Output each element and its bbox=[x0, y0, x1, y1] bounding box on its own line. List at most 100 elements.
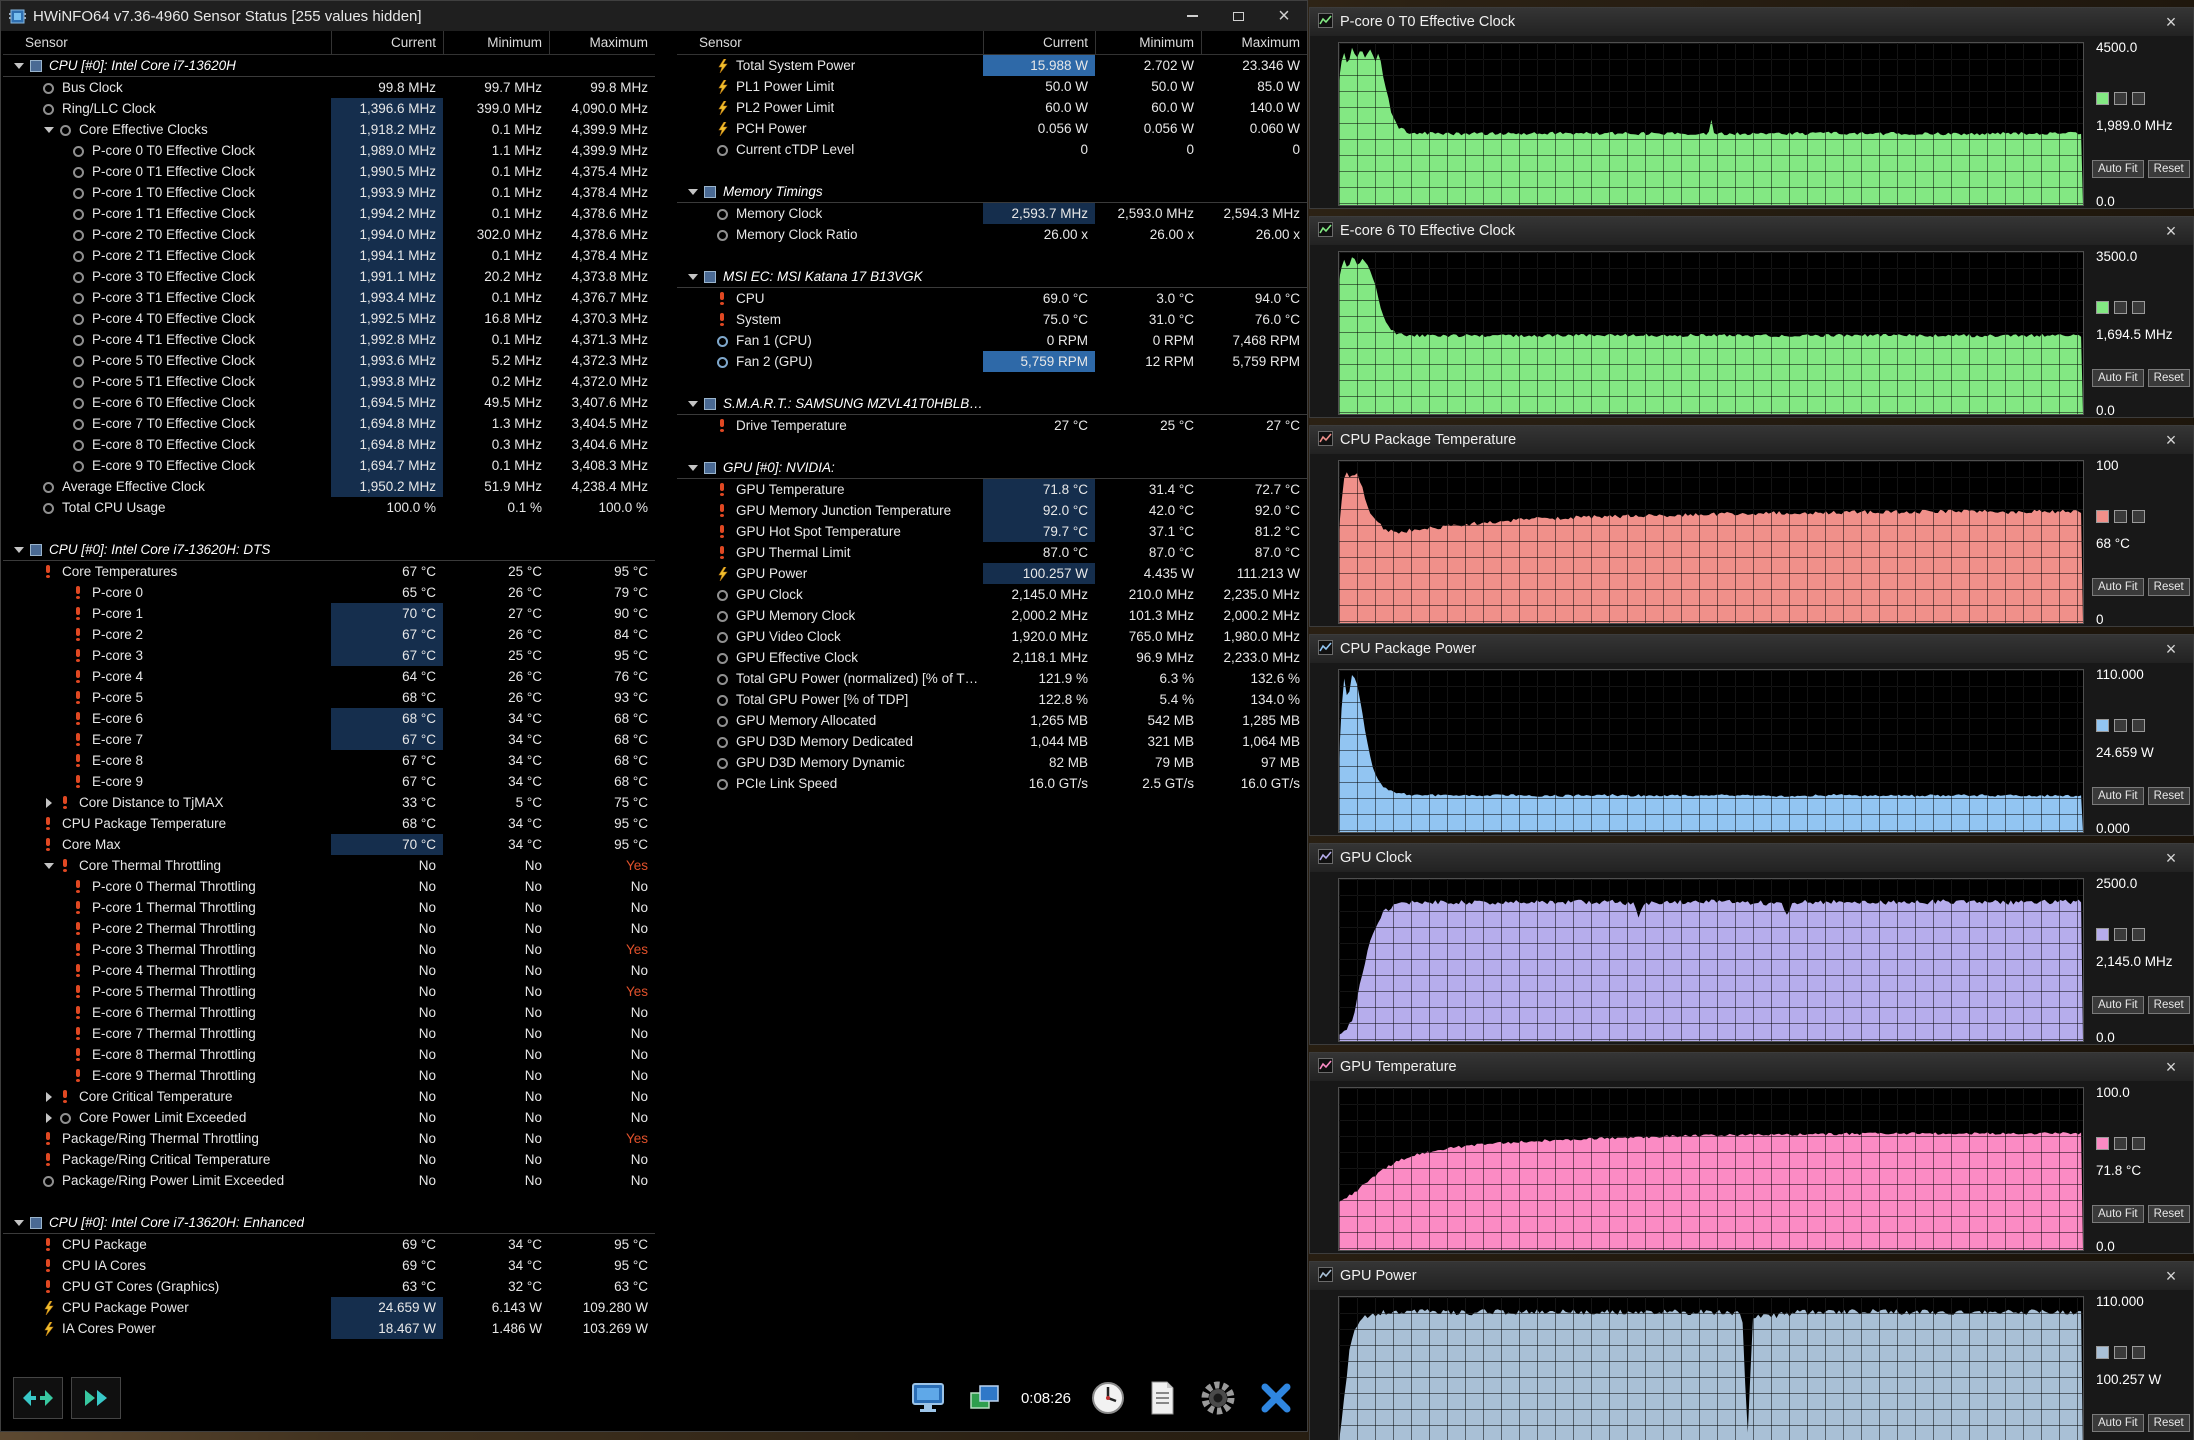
sensor-row[interactable]: E-core 9 Thermal ThrottlingNoNoNo bbox=[3, 1065, 655, 1086]
sensor-row[interactable]: P-core 464 °C26 °C76 °C bbox=[3, 666, 655, 687]
graph-color-swatch[interactable] bbox=[2096, 301, 2109, 314]
sensor-section-row[interactable]: MSI EC: MSI Katana 17 B13VGK bbox=[677, 266, 1307, 288]
sensor-row[interactable]: Total System Power15.988 W2.702 W23.346 … bbox=[677, 55, 1307, 76]
sensor-section-row[interactable]: S.M.A.R.T.: SAMSUNG MZVL41T0HBLB-00BTW (… bbox=[677, 393, 1307, 415]
sensor-row[interactable]: PCH Power0.056 W0.056 W0.060 W bbox=[677, 118, 1307, 139]
collapse-arrow-icon[interactable] bbox=[11, 543, 28, 556]
sensor-row[interactable]: P-core 0 Thermal ThrottlingNoNoNo bbox=[3, 876, 655, 897]
sensor-row[interactable]: GPU Memory Allocated1,265 MB542 MB1,285 … bbox=[677, 710, 1307, 731]
sensor-row[interactable]: Bus Clock99.8 MHz99.7 MHz99.8 MHz bbox=[3, 77, 655, 98]
sensor-row[interactable]: Core Max70 °C34 °C95 °C bbox=[3, 834, 655, 855]
graph-color-swatch[interactable] bbox=[2132, 301, 2145, 314]
auto-fit-button[interactable]: Auto Fit bbox=[2092, 369, 2144, 387]
sensor-row[interactable]: IA Cores Power18.467 W1.486 W103.269 W bbox=[3, 1318, 655, 1339]
graph-color-swatch[interactable] bbox=[2132, 719, 2145, 732]
sensor-row[interactable]: Core Effective Clocks1,918.2 MHz0.1 MHz4… bbox=[3, 119, 655, 140]
sensor-row[interactable]: E-core 867 °C34 °C68 °C bbox=[3, 750, 655, 771]
graph-color-swatch[interactable] bbox=[2114, 928, 2127, 941]
report-button[interactable] bbox=[1145, 1379, 1179, 1417]
close-sensors-button[interactable] bbox=[1257, 1379, 1295, 1417]
graph-color-swatch[interactable] bbox=[2132, 1137, 2145, 1150]
close-icon[interactable]: × bbox=[2157, 639, 2185, 660]
graph-color-swatch[interactable] bbox=[2096, 1137, 2109, 1150]
sensor-row[interactable]: GPU D3D Memory Dedicated1,044 MB321 MB1,… bbox=[677, 731, 1307, 752]
sensor-row[interactable]: P-core 170 °C27 °C90 °C bbox=[3, 603, 655, 624]
auto-fit-button[interactable]: Auto Fit bbox=[2092, 578, 2144, 596]
expand-arrow-icon[interactable] bbox=[41, 796, 58, 809]
sensor-row[interactable]: E-core 6 T0 Effective Clock1,694.5 MHz49… bbox=[3, 392, 655, 413]
graph-color-swatch[interactable] bbox=[2096, 928, 2109, 941]
sensor-section-row[interactable]: CPU [#0]: Intel Core i7-13620H: DTS bbox=[3, 539, 655, 561]
collapse-arrow-icon[interactable] bbox=[685, 185, 702, 198]
sensor-row[interactable]: P-core 0 T1 Effective Clock1,990.5 MHz0.… bbox=[3, 161, 655, 182]
sensor-row[interactable]: Average Effective Clock1,950.2 MHz51.9 M… bbox=[3, 476, 655, 497]
sensor-row[interactable]: P-core 5 T0 Effective Clock1,993.6 MHz5.… bbox=[3, 350, 655, 371]
sensor-row[interactable]: Core Temperatures67 °C25 °C95 °C bbox=[3, 561, 655, 582]
sensor-row[interactable]: P-core 4 T0 Effective Clock1,992.5 MHz16… bbox=[3, 308, 655, 329]
maximize-button[interactable] bbox=[1215, 1, 1261, 31]
remote-monitor-button[interactable] bbox=[909, 1380, 947, 1416]
graph-titlebar[interactable]: GPU Temperature× bbox=[1310, 1053, 2193, 1081]
auto-fit-button[interactable]: Auto Fit bbox=[2092, 160, 2144, 178]
collapse-arrow-icon[interactable] bbox=[685, 397, 702, 410]
reset-button[interactable]: Reset bbox=[2148, 578, 2190, 596]
close-icon[interactable]: × bbox=[2157, 221, 2185, 242]
sensor-row[interactable]: E-core 967 °C34 °C68 °C bbox=[3, 771, 655, 792]
sensor-row[interactable]: Fan 1 (CPU)0 RPM0 RPM7,468 RPM bbox=[677, 330, 1307, 351]
sensor-row[interactable]: P-core 367 °C25 °C95 °C bbox=[3, 645, 655, 666]
sensor-row[interactable]: GPU Effective Clock2,118.1 MHz96.9 MHz2,… bbox=[677, 647, 1307, 668]
sensor-row[interactable]: P-core 065 °C26 °C79 °C bbox=[3, 582, 655, 603]
clock-button[interactable] bbox=[1089, 1379, 1127, 1417]
sensor-row[interactable]: E-core 9 T0 Effective Clock1,694.7 MHz0.… bbox=[3, 455, 655, 476]
sensor-section-row[interactable]: CPU [#0]: Intel Core i7-13620H bbox=[3, 55, 655, 77]
close-icon[interactable]: × bbox=[2157, 848, 2185, 869]
sensor-row[interactable]: PL1 Power Limit50.0 W50.0 W85.0 W bbox=[677, 76, 1307, 97]
graph-color-swatch[interactable] bbox=[2132, 510, 2145, 523]
sensor-row[interactable]: Fan 2 (GPU)5,759 RPM12 RPM5,759 RPM bbox=[677, 351, 1307, 372]
auto-fit-button[interactable]: Auto Fit bbox=[2092, 787, 2144, 805]
sensor-row[interactable]: P-core 0 T0 Effective Clock1,989.0 MHz1.… bbox=[3, 140, 655, 161]
auto-fit-button[interactable]: Auto Fit bbox=[2092, 1414, 2144, 1432]
graph-color-swatch[interactable] bbox=[2114, 301, 2127, 314]
graph-color-swatch[interactable] bbox=[2114, 92, 2127, 105]
sensor-row[interactable]: P-core 5 T1 Effective Clock1,993.8 MHz0.… bbox=[3, 371, 655, 392]
graph-color-swatch[interactable] bbox=[2096, 1346, 2109, 1359]
sensor-row[interactable]: E-core 8 Thermal ThrottlingNoNoNo bbox=[3, 1044, 655, 1065]
sensor-row[interactable]: System75.0 °C31.0 °C76.0 °C bbox=[677, 309, 1307, 330]
close-button[interactable]: × bbox=[1261, 1, 1307, 31]
graph-color-swatch[interactable] bbox=[2096, 92, 2109, 105]
graph-color-swatch[interactable] bbox=[2096, 719, 2109, 732]
sensor-row[interactable]: Core Power Limit ExceededNoNoNo bbox=[3, 1107, 655, 1128]
graph-color-swatch[interactable] bbox=[2114, 719, 2127, 732]
reorder-left-right-button[interactable] bbox=[13, 1377, 63, 1419]
sensor-row[interactable]: Total GPU Power (normalized) [% of TDP]1… bbox=[677, 668, 1307, 689]
sensor-row[interactable]: E-core 668 °C34 °C68 °C bbox=[3, 708, 655, 729]
sensor-row[interactable]: GPU Memory Junction Temperature92.0 °C42… bbox=[677, 500, 1307, 521]
graph-titlebar[interactable]: GPU Power× bbox=[1310, 1262, 2193, 1290]
reset-button[interactable]: Reset bbox=[2148, 787, 2190, 805]
graph-titlebar[interactable]: CPU Package Temperature× bbox=[1310, 426, 2193, 454]
graph-color-swatch[interactable] bbox=[2132, 928, 2145, 941]
sensor-row[interactable]: P-core 4 Thermal ThrottlingNoNoNo bbox=[3, 960, 655, 981]
sensor-row[interactable]: E-core 8 T0 Effective Clock1,694.8 MHz0.… bbox=[3, 434, 655, 455]
graph-color-swatch[interactable] bbox=[2096, 510, 2109, 523]
graph-color-swatch[interactable] bbox=[2114, 510, 2127, 523]
sensor-row[interactable]: GPU Temperature71.8 °C31.4 °C72.7 °C bbox=[677, 479, 1307, 500]
collapse-arrow-icon[interactable] bbox=[11, 59, 28, 72]
sensor-row[interactable]: P-core 4 T1 Effective Clock1,992.8 MHz0.… bbox=[3, 329, 655, 350]
collapse-arrow-icon[interactable] bbox=[685, 270, 702, 283]
expand-arrow-icon[interactable] bbox=[41, 1090, 58, 1103]
reset-button[interactable]: Reset bbox=[2148, 160, 2190, 178]
graph-titlebar[interactable]: P-core 0 T0 Effective Clock× bbox=[1310, 8, 2193, 36]
sensor-section-row[interactable]: GPU [#0]: NVIDIA: bbox=[677, 457, 1307, 479]
sensor-row[interactable]: P-core 2 Thermal ThrottlingNoNoNo bbox=[3, 918, 655, 939]
sensor-row[interactable]: E-core 6 Thermal ThrottlingNoNoNo bbox=[3, 1002, 655, 1023]
sensor-row[interactable]: P-core 2 T1 Effective Clock1,994.1 MHz0.… bbox=[3, 245, 655, 266]
sensor-row[interactable]: Core Thermal ThrottlingNoNoYes bbox=[3, 855, 655, 876]
sensor-row[interactable]: P-core 3 T0 Effective Clock1,991.1 MHz20… bbox=[3, 266, 655, 287]
sensor-row[interactable]: Package/Ring Thermal ThrottlingNoNoYes bbox=[3, 1128, 655, 1149]
graph-titlebar[interactable]: GPU Clock× bbox=[1310, 844, 2193, 872]
sensor-row[interactable]: Drive Temperature27 °C25 °C27 °C bbox=[677, 415, 1307, 436]
graph-color-swatch[interactable] bbox=[2132, 1346, 2145, 1359]
sensor-row[interactable]: CPU GT Cores (Graphics)63 °C32 °C63 °C bbox=[3, 1276, 655, 1297]
